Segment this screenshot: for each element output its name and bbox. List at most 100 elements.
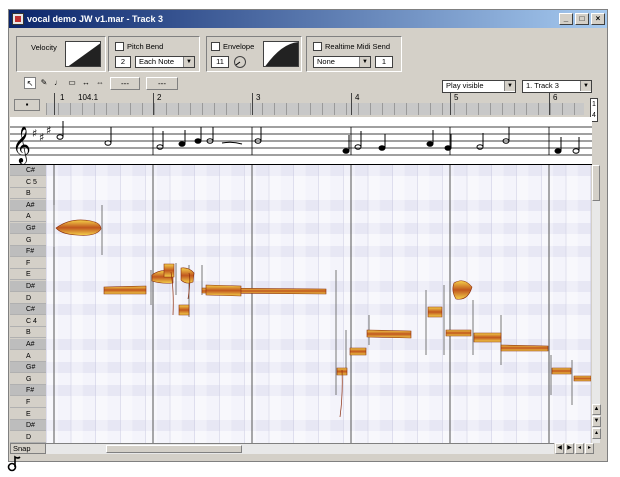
- realtime-midi-select[interactable]: None ▼: [313, 56, 371, 68]
- zoom-in-icon[interactable]: ▸: [585, 443, 594, 454]
- midi-channel-field[interactable]: 1: [375, 56, 393, 68]
- pointer-tool-icon[interactable]: ↖: [24, 77, 36, 89]
- key-label: G#: [10, 362, 46, 374]
- key-label: B: [10, 327, 46, 339]
- note-blobs: [46, 165, 591, 443]
- key-label: C 4: [10, 316, 46, 327]
- chevron-down-icon[interactable]: ▼: [580, 81, 591, 91]
- bar-line: [351, 93, 352, 115]
- bar-number: 1: [60, 93, 65, 102]
- minimize-button[interactable]: _: [559, 13, 573, 25]
- key-label: F#: [10, 246, 46, 258]
- key-label: A#: [10, 199, 46, 211]
- key-label: A: [10, 211, 46, 223]
- zoom-vertical-icon[interactable]: ▴: [592, 428, 601, 439]
- svg-text:𝄞: 𝄞: [12, 125, 31, 164]
- track-select[interactable]: 1. Track 3 ▼: [522, 80, 592, 93]
- envelope-knob-icon[interactable]: [233, 55, 247, 69]
- key-label: G: [10, 235, 46, 246]
- erase-tool-icon[interactable]: ▭: [66, 77, 78, 89]
- envelope-value[interactable]: 11: [211, 56, 229, 68]
- key-label: F: [10, 258, 46, 269]
- pitch-bend-mode-value: Each Note: [139, 57, 175, 66]
- key-label: C#: [10, 165, 46, 176]
- track-value: 1. Track 3: [526, 81, 559, 90]
- toolbar-button-1[interactable]: ---: [110, 77, 140, 90]
- pitch-bend-value[interactable]: 2: [115, 56, 131, 68]
- title-bar[interactable]: vocal demo JW v1.mar - Track 3 _ □ ×: [9, 10, 607, 28]
- pencil-tool-icon[interactable]: ✎: [38, 77, 50, 89]
- vertical-scrollbar[interactable]: [592, 165, 600, 443]
- key-label: B: [10, 188, 46, 200]
- note-tool-icon[interactable]: ♩: [52, 77, 64, 89]
- key-label: D: [10, 293, 46, 304]
- key-label: A: [10, 351, 46, 362]
- ruler-bar-strip: [46, 93, 584, 103]
- key-label: E: [10, 269, 46, 281]
- move-tool-icon[interactable]: ↔: [80, 77, 92, 89]
- bar-line: [450, 93, 451, 115]
- chevron-down-icon[interactable]: ▼: [359, 57, 370, 67]
- pitch-bend-mode-select[interactable]: Each Note ▼: [135, 56, 195, 68]
- pitch-grid[interactable]: [46, 165, 591, 443]
- svg-text:♯: ♯: [39, 131, 44, 144]
- bar-line: [54, 93, 55, 115]
- key-label: A#: [10, 339, 46, 350]
- bar-number: 5: [454, 93, 459, 102]
- horizontal-scrollbar[interactable]: [46, 443, 554, 454]
- scroll-down-icon[interactable]: ▼: [592, 416, 601, 427]
- play-mode-select[interactable]: Play visible ▼: [442, 80, 516, 93]
- realtime-midi-value: None: [317, 57, 335, 66]
- zoom-out-icon[interactable]: ◂: [575, 443, 584, 454]
- piano-keyboard[interactable]: C# C 5 B A# A G# G F# F E D# D C# C 4 B …: [10, 165, 46, 443]
- vertical-scroll-thumb[interactable]: [592, 165, 600, 201]
- bar-number: 6: [553, 93, 558, 102]
- scroll-left-icon[interactable]: ◀: [555, 443, 564, 454]
- pitch-bend-panel: Pitch Bend 2 Each Note ▼: [108, 36, 200, 72]
- scroll-right-icon[interactable]: ▶: [565, 443, 574, 454]
- pitch-bend-checkbox[interactable]: [115, 42, 124, 51]
- key-label: C#: [10, 304, 46, 316]
- cut-tool-icon[interactable]: ⇔: [94, 77, 106, 89]
- toolbar-button-2[interactable]: ---: [146, 77, 178, 90]
- pitch-bend-label: Pitch Bend: [127, 42, 164, 51]
- bar-number: 4: [355, 93, 360, 102]
- ruler-corner-button[interactable]: ▪: [14, 99, 40, 111]
- chevron-down-icon[interactable]: ▼: [183, 57, 194, 67]
- envelope-panel: Envelope 11: [206, 36, 302, 72]
- key-label: D: [10, 432, 46, 443]
- snap-label[interactable]: Snap: [10, 443, 46, 454]
- realtime-midi-panel: Realtime Midi Send None ▼ 1: [306, 36, 402, 72]
- logo-icon: [7, 455, 21, 472]
- scroll-up-icon[interactable]: ▲: [592, 404, 601, 415]
- chevron-down-icon[interactable]: ▼: [504, 81, 515, 91]
- staff-notation: 𝄞 ♯ ♯ ♯: [10, 121, 592, 164]
- realtime-midi-checkbox[interactable]: [313, 42, 322, 51]
- close-button[interactable]: ×: [591, 13, 605, 25]
- key-label: G#: [10, 223, 46, 234]
- horizontal-scroll-thumb[interactable]: [106, 445, 242, 453]
- velocity-curve[interactable]: [65, 41, 101, 67]
- bar-number: 3: [256, 93, 261, 102]
- maximize-button[interactable]: □: [575, 13, 589, 25]
- key-label: F: [10, 397, 46, 408]
- bar-number: 2: [157, 93, 162, 102]
- tempo-label: 104.1: [78, 93, 99, 102]
- velocity-panel: Velocity: [16, 36, 106, 72]
- timeline-ruler[interactable]: 1 104.1 2 3 4 5 6: [46, 93, 584, 115]
- svg-text:♯: ♯: [46, 124, 51, 137]
- score-staff[interactable]: 𝄞 ♯ ♯ ♯: [10, 117, 592, 165]
- bar-line: [153, 93, 154, 115]
- envelope-curve[interactable]: [263, 41, 299, 67]
- bar-line: [252, 93, 253, 115]
- key-label: G: [10, 374, 46, 385]
- app-icon: [12, 13, 24, 25]
- key-label: D#: [10, 281, 46, 292]
- window-title: vocal demo JW v1.mar - Track 3: [27, 14, 164, 24]
- key-label: D#: [10, 420, 46, 432]
- key-label: E: [10, 409, 46, 420]
- key-label: C 5: [10, 177, 46, 188]
- envelope-checkbox[interactable]: [211, 42, 220, 51]
- velocity-label: Velocity: [31, 43, 57, 52]
- bar-line: [549, 93, 550, 115]
